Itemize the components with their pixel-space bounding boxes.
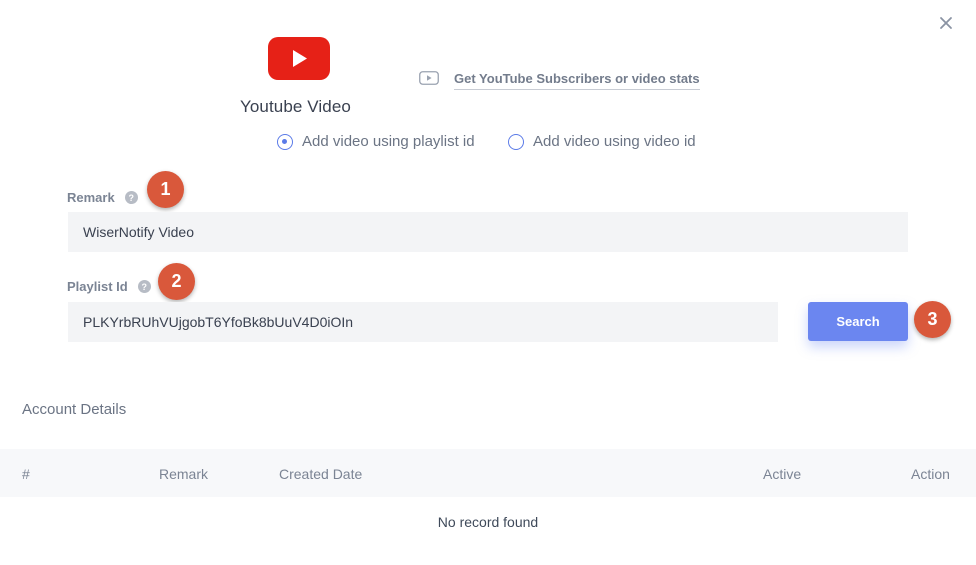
remark-label-text: Remark xyxy=(67,190,115,205)
step-badge-3: 3 xyxy=(914,301,951,338)
close-icon xyxy=(940,17,952,29)
account-details-title: Account Details xyxy=(22,401,127,418)
column-header-created-date: Created Date xyxy=(279,466,363,482)
radio-unchecked-icon xyxy=(508,133,524,150)
help-icon[interactable]: ? xyxy=(137,280,151,293)
column-header-number: # xyxy=(22,466,30,482)
close-button[interactable] xyxy=(935,12,957,34)
radio-playlist-id[interactable]: Add video using playlist id xyxy=(277,133,475,150)
column-header-action: Action xyxy=(911,466,950,482)
playlist-label: Playlist Id ? xyxy=(67,279,151,294)
remark-label: Remark ? xyxy=(67,190,138,205)
column-header-active: Active xyxy=(763,466,802,482)
modal-title: Youtube Video xyxy=(240,97,351,116)
table-header: # Remark Created Date Active Action xyxy=(0,449,976,497)
remark-input[interactable] xyxy=(68,212,908,252)
empty-state-text: No record found xyxy=(437,514,539,530)
youtube-logo xyxy=(268,37,330,80)
radio-playlist-label: Add video using playlist id xyxy=(302,133,475,150)
radio-video-label: Add video using video id xyxy=(533,133,696,150)
youtube-logo-icon xyxy=(268,37,330,80)
playlist-id-input[interactable] xyxy=(68,302,778,342)
step-badge-1: 1 xyxy=(147,171,184,208)
column-header-remark: Remark xyxy=(159,466,209,482)
stats-link[interactable]: Get YouTube Subscribers or video stats xyxy=(419,67,700,90)
playlist-label-text: Playlist Id xyxy=(67,279,128,294)
radio-video-id[interactable]: Add video using video id xyxy=(508,133,696,150)
play-square-icon xyxy=(419,71,439,85)
help-icon[interactable]: ? xyxy=(124,191,138,204)
stats-link-text[interactable]: Get YouTube Subscribers or video stats xyxy=(454,71,700,90)
step-badge-2: 2 xyxy=(158,263,195,300)
search-button[interactable]: Search xyxy=(808,302,908,341)
radio-checked-icon xyxy=(277,133,293,150)
